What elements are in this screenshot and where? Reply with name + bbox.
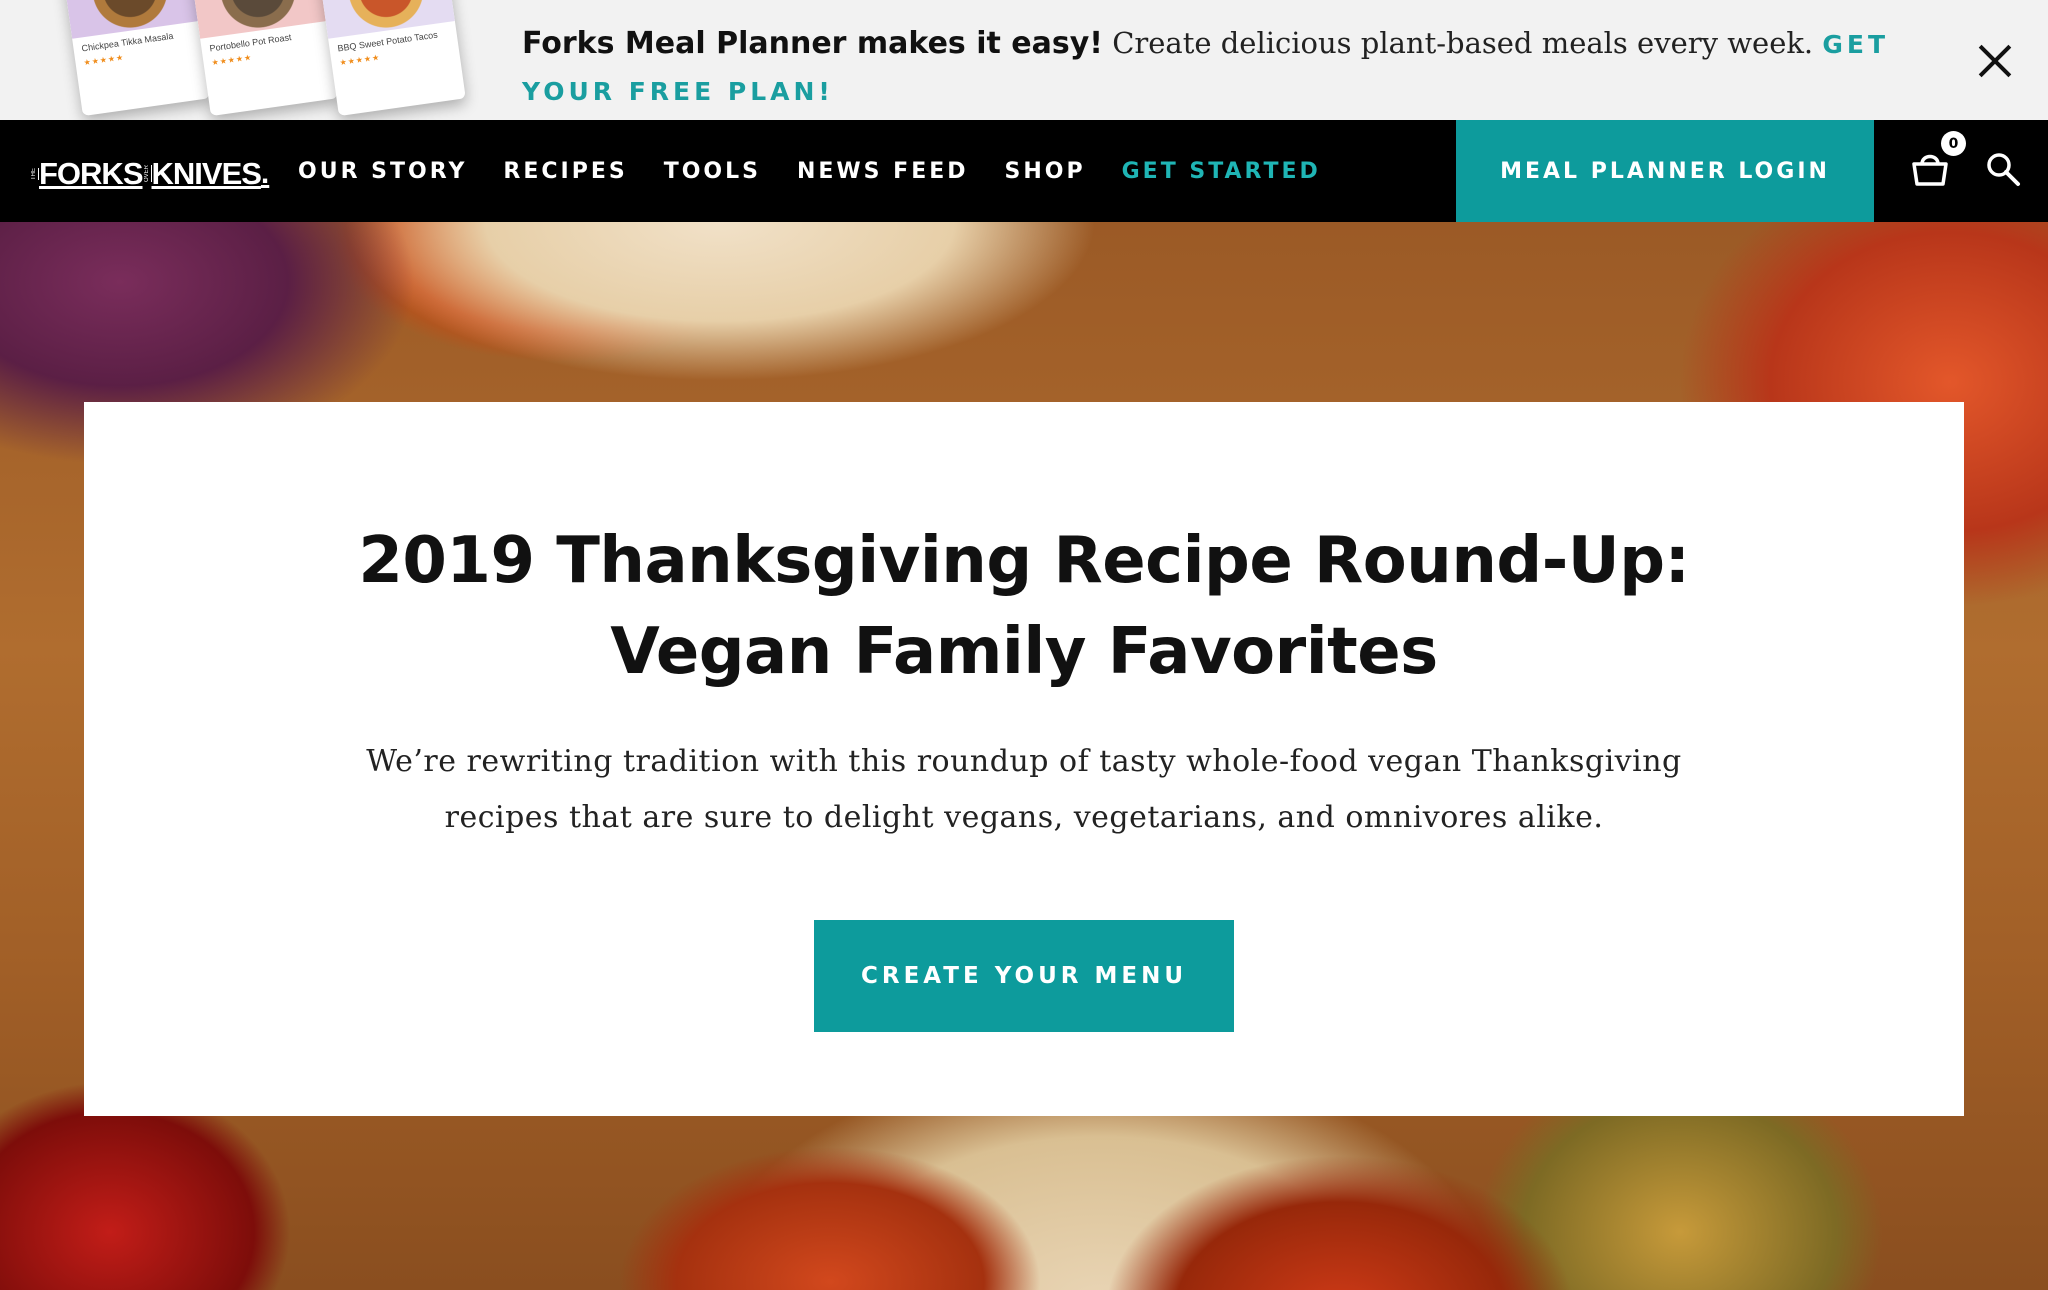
page-subtitle: We’re rewriting tradition with this roun… bbox=[366, 744, 1682, 835]
promo-recipe-card: Chickpea Tikka Masala ★★★★★ bbox=[58, 0, 210, 117]
main-navigation: THE FORKS OVER KNIVES . OUR STORY RECIPE… bbox=[0, 120, 2048, 222]
promo-headline: Forks Meal Planner makes it easy! bbox=[522, 26, 1103, 61]
promo-card-images: Chickpea Tikka Masala ★★★★★ Portobello P… bbox=[58, 0, 480, 120]
title-line-2: Vegan Family Favorites bbox=[610, 615, 1438, 689]
logo-forks: FORKS bbox=[39, 156, 143, 191]
nav-get-started[interactable]: GET STARTED bbox=[1122, 159, 1321, 184]
promo-recipe-card: BBQ Sweet Potato Tacos ★★★★★ bbox=[314, 0, 466, 117]
nav-tools[interactable]: TOOLS bbox=[664, 159, 761, 184]
logo-prefix: THE bbox=[31, 168, 37, 180]
page-title: 2019 Thanksgiving Recipe Round-Up: Vegan… bbox=[84, 516, 1964, 698]
cart-count-badge: 0 bbox=[1941, 131, 1966, 156]
hero-section: 2019 Thanksgiving Recipe Round-Up: Vegan… bbox=[0, 222, 2048, 1290]
nav-recipes[interactable]: RECIPES bbox=[503, 159, 627, 184]
promo-recipe-card: Portobello Pot Roast ★★★★★ bbox=[186, 0, 338, 117]
cart-icon[interactable] bbox=[1910, 150, 1950, 190]
meal-planner-login-button[interactable]: MEAL PLANNER LOGIN bbox=[1456, 120, 1874, 222]
title-line-1: 2019 Thanksgiving Recipe Round-Up: bbox=[358, 524, 1690, 598]
promo-message: Forks Meal Planner makes it easy! Create… bbox=[522, 20, 1942, 114]
close-icon[interactable] bbox=[1970, 36, 2020, 86]
create-your-menu-button[interactable]: CREATE YOUR MENU bbox=[814, 920, 1234, 1032]
logo-over: OVER bbox=[143, 165, 150, 183]
site-logo[interactable]: THE FORKS OVER KNIVES . bbox=[30, 156, 269, 192]
hero-card: 2019 Thanksgiving Recipe Round-Up: Vegan… bbox=[84, 402, 1964, 1116]
nav-news-feed[interactable]: NEWS FEED bbox=[797, 159, 969, 184]
nav-shop[interactable]: SHOP bbox=[1005, 159, 1086, 184]
promo-body: Create delicious plant-based meals every… bbox=[1102, 26, 1823, 60]
nav-links: OUR STORY RECIPES TOOLS NEWS FEED SHOP G… bbox=[298, 120, 1357, 222]
search-icon[interactable] bbox=[1984, 150, 2022, 188]
nav-our-story[interactable]: OUR STORY bbox=[298, 159, 467, 184]
logo-dot: . bbox=[260, 157, 270, 190]
promo-banner: Chickpea Tikka Masala ★★★★★ Portobello P… bbox=[0, 0, 2048, 120]
logo-knives: KNIVES bbox=[151, 156, 262, 191]
